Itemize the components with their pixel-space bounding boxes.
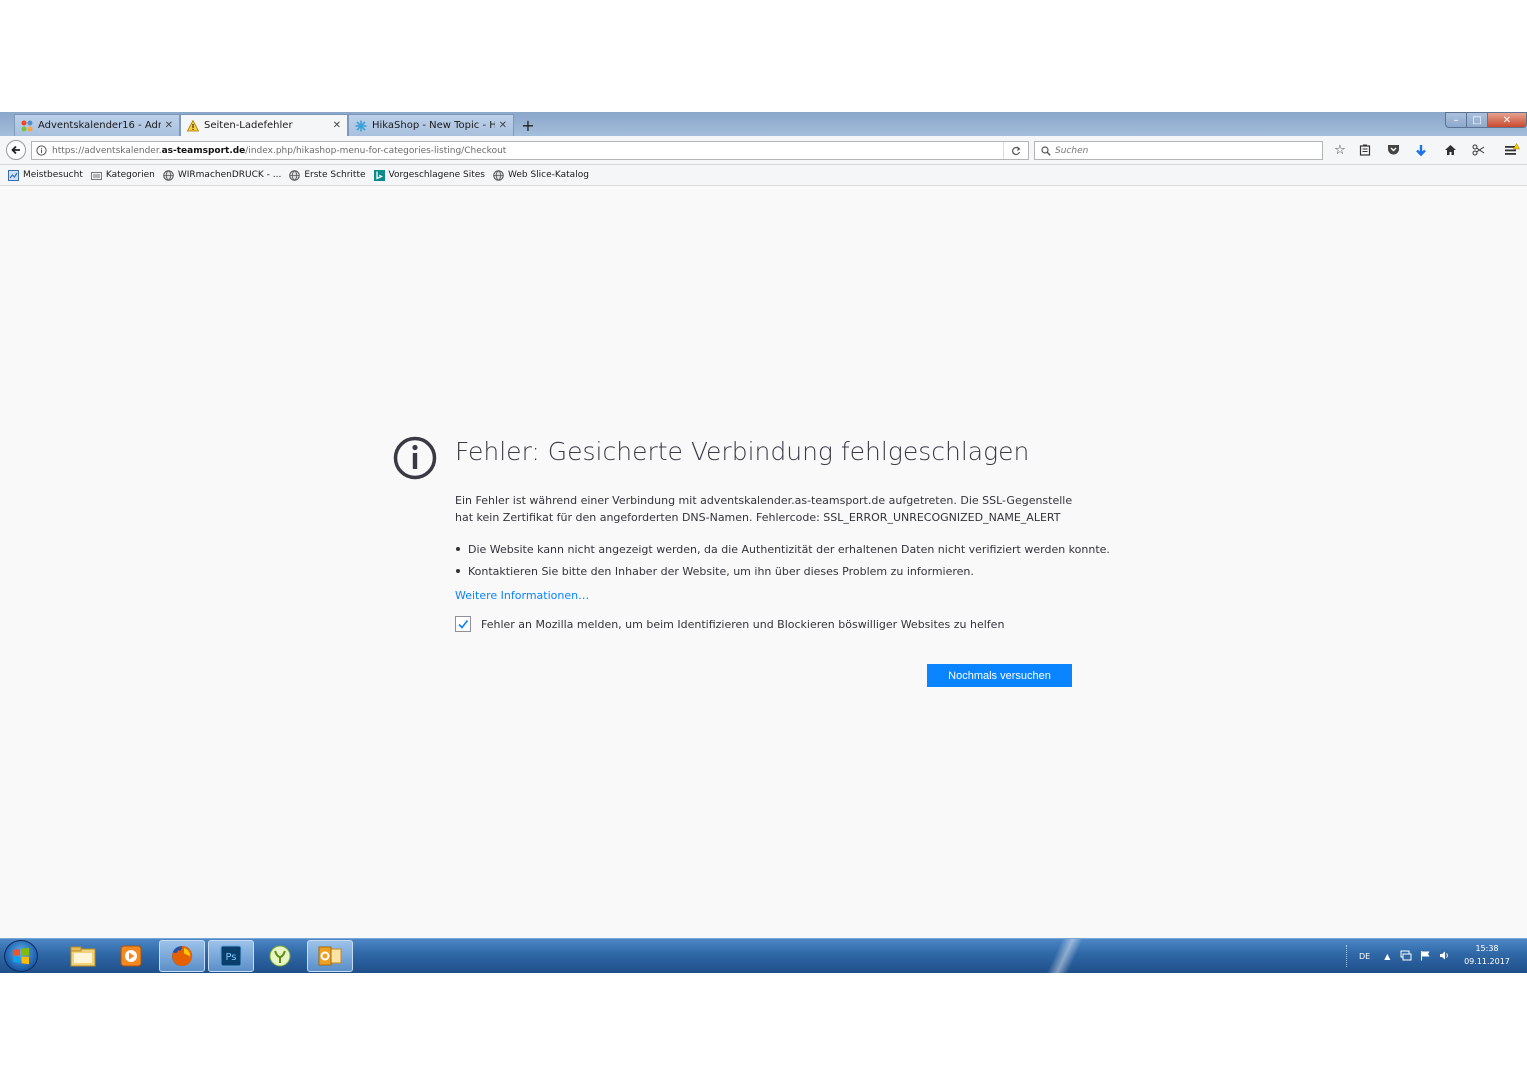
bullet-dot — [456, 547, 460, 551]
bookmark-web-slice-katalog[interactable]: Web Slice-Katalog — [493, 169, 589, 181]
most-visited-icon — [8, 169, 19, 181]
start-button[interactable] — [4, 940, 38, 972]
tab-label: Adventskalender16 - Adminis — [38, 120, 161, 131]
bookmark-label: Erste Schritte — [304, 170, 366, 180]
more-info-link[interactable]: Weitere Informationen… — [455, 589, 589, 602]
report-checkbox[interactable] — [455, 616, 471, 632]
search-input[interactable]: Suchen — [1034, 141, 1323, 160]
windows-explorer-icon[interactable] — [60, 940, 106, 972]
list-item: Die Website kann nicht angezeigt werden,… — [455, 538, 1115, 560]
tab-adventskalender-admin[interactable]: Adventskalender16 - Adminis ✕ — [14, 114, 180, 136]
bookmarks-toolbar: Meistbesucht Kategorien WIRmachenDRUCK -… — [0, 165, 1527, 186]
close-window-button[interactable]: ✕ — [1487, 112, 1527, 128]
retry-button[interactable]: Nochmals versuchen — [927, 664, 1072, 687]
bullet-text: Die Website kann nicht angezeigt werden,… — [468, 542, 1110, 556]
joomla-icon — [21, 120, 33, 132]
bookmark-wirmachendruck[interactable]: WIRmachenDRUCK - ... — [163, 169, 282, 181]
globe-icon — [493, 169, 504, 181]
close-tab-icon[interactable]: ✕ — [499, 120, 507, 131]
tab-seiten-ladefehler[interactable]: Seiten-Ladefehler ✕ — [180, 114, 348, 136]
bookmarks-library-icon[interactable] — [1356, 142, 1374, 158]
desktop-screen: Adventskalender16 - Adminis ✕ Seiten-Lad… — [0, 112, 1527, 973]
bookmark-label: Meistbesucht — [23, 170, 83, 180]
url-path: /index.php/hikashop-menu-for-categories-… — [245, 145, 507, 156]
url-bar[interactable]: https://adventskalender.as-teamsport.de/… — [31, 141, 1029, 160]
globe-icon — [289, 169, 301, 181]
tab-strip: Adventskalender16 - Adminis ✕ Seiten-Lad… — [0, 112, 1527, 136]
volume-icon[interactable] — [1439, 950, 1450, 963]
home-icon[interactable] — [1441, 142, 1459, 158]
category-icon — [90, 170, 102, 181]
close-tab-icon[interactable]: ✕ — [333, 120, 341, 131]
pocket-icon[interactable] — [1384, 142, 1402, 158]
photoshop-icon[interactable]: Ps — [208, 940, 254, 972]
report-error-option: Fehler an Mozilla melden, um beim Identi… — [455, 616, 1004, 632]
reload-button[interactable] — [1003, 142, 1028, 159]
url-host: as-teamsport.de — [161, 145, 246, 156]
network-icon[interactable] — [1400, 950, 1412, 963]
maximize-button[interactable]: □ — [1466, 112, 1488, 128]
system-clock[interactable]: 15:38 09.11.2017 — [1462, 942, 1512, 968]
bookmark-star-icon[interactable]: ☆ — [1331, 142, 1349, 158]
bookmark-meistbesucht[interactable]: Meistbesucht — [8, 169, 83, 181]
navigation-toolbar: https://adventskalender.as-teamsport.de/… — [0, 136, 1527, 165]
show-hidden-icons-icon[interactable]: ▲ — [1384, 952, 1390, 961]
tray-grip — [1346, 945, 1349, 967]
outlook-icon[interactable] — [307, 940, 353, 972]
action-center-flag-icon[interactable] — [1420, 950, 1431, 963]
error-title: Fehler: Gesicherte Verbindung fehlgeschl… — [455, 437, 1030, 466]
bing-icon — [373, 169, 385, 181]
app-icon[interactable] — [257, 940, 303, 972]
clock-date: 09.11.2017 — [1464, 957, 1510, 966]
menu-icon[interactable] — [1503, 142, 1521, 158]
reload-icon — [1012, 146, 1021, 155]
language-indicator[interactable]: DE — [1359, 952, 1370, 961]
site-info-icon[interactable] — [36, 145, 50, 156]
bookmark-label: WIRmachenDRUCK - ... — [177, 170, 282, 180]
screenshot-icon[interactable] — [1469, 142, 1487, 158]
search-icon — [1041, 145, 1051, 156]
tab-hikashop[interactable]: HikaShop - New Topic - Hika ✕ — [348, 114, 514, 136]
bullet-dot — [456, 569, 460, 573]
report-label: Fehler an Mozilla melden, um beim Identi… — [481, 617, 1005, 631]
firefox-icon[interactable] — [159, 940, 205, 972]
bookmark-erste-schritte[interactable]: Erste Schritte — [289, 169, 366, 181]
media-player-icon[interactable] — [108, 940, 154, 972]
error-page: Fehler: Gesicherte Verbindung fehlgeschl… — [0, 186, 1527, 938]
info-icon — [393, 436, 437, 480]
bookmark-vorgeschlagene-sites[interactable]: Vorgeschlagene Sites — [373, 169, 485, 181]
bookmark-label: Vorgeschlagene Sites — [388, 170, 485, 180]
bullet-text: Kontaktieren Sie bitte den Inhaber der W… — [468, 564, 974, 578]
tab-label: HikaShop - New Topic - Hika — [372, 120, 495, 131]
url-text: https://adventskalender.as-teamsport.de/… — [52, 146, 506, 156]
error-description: Ein Fehler ist während einer Verbindung … — [455, 494, 1073, 524]
windows-logo-icon — [13, 947, 29, 965]
system-tray: DE ▲ — [1346, 939, 1450, 973]
warning-icon — [187, 119, 199, 132]
search-placeholder: Suchen — [1055, 145, 1089, 156]
downloads-icon[interactable] — [1412, 142, 1430, 158]
bookmark-label: Web Slice-Katalog — [507, 170, 589, 180]
checkmark-icon — [458, 620, 469, 629]
bookmark-kategorien[interactable]: Kategorien — [90, 170, 155, 181]
list-item: Kontaktieren Sie bitte den Inhaber der W… — [455, 560, 1115, 582]
close-tab-icon[interactable]: ✕ — [165, 120, 173, 131]
new-tab-button[interactable]: + — [518, 116, 538, 135]
back-arrow-icon — [11, 145, 20, 155]
clock-time: 15:38 — [1475, 944, 1499, 953]
url-prefix: https://adventskalender. — [52, 145, 162, 156]
back-button[interactable] — [6, 140, 26, 160]
minimize-button[interactable]: – — [1445, 112, 1467, 128]
bookmark-label: Kategorien — [105, 170, 155, 180]
hikashop-icon — [355, 120, 367, 132]
globe-icon — [163, 169, 174, 181]
svg-text:Ps: Ps — [225, 952, 236, 963]
taskbar-highlight — [1020, 939, 1110, 973]
error-bullet-list: Die Website kann nicht angezeigt werden,… — [455, 538, 1115, 582]
windows-taskbar: Ps DE ▲ 15:38 09.11.2017 — [0, 938, 1527, 973]
tab-label: Seiten-Ladefehler — [204, 120, 293, 131]
